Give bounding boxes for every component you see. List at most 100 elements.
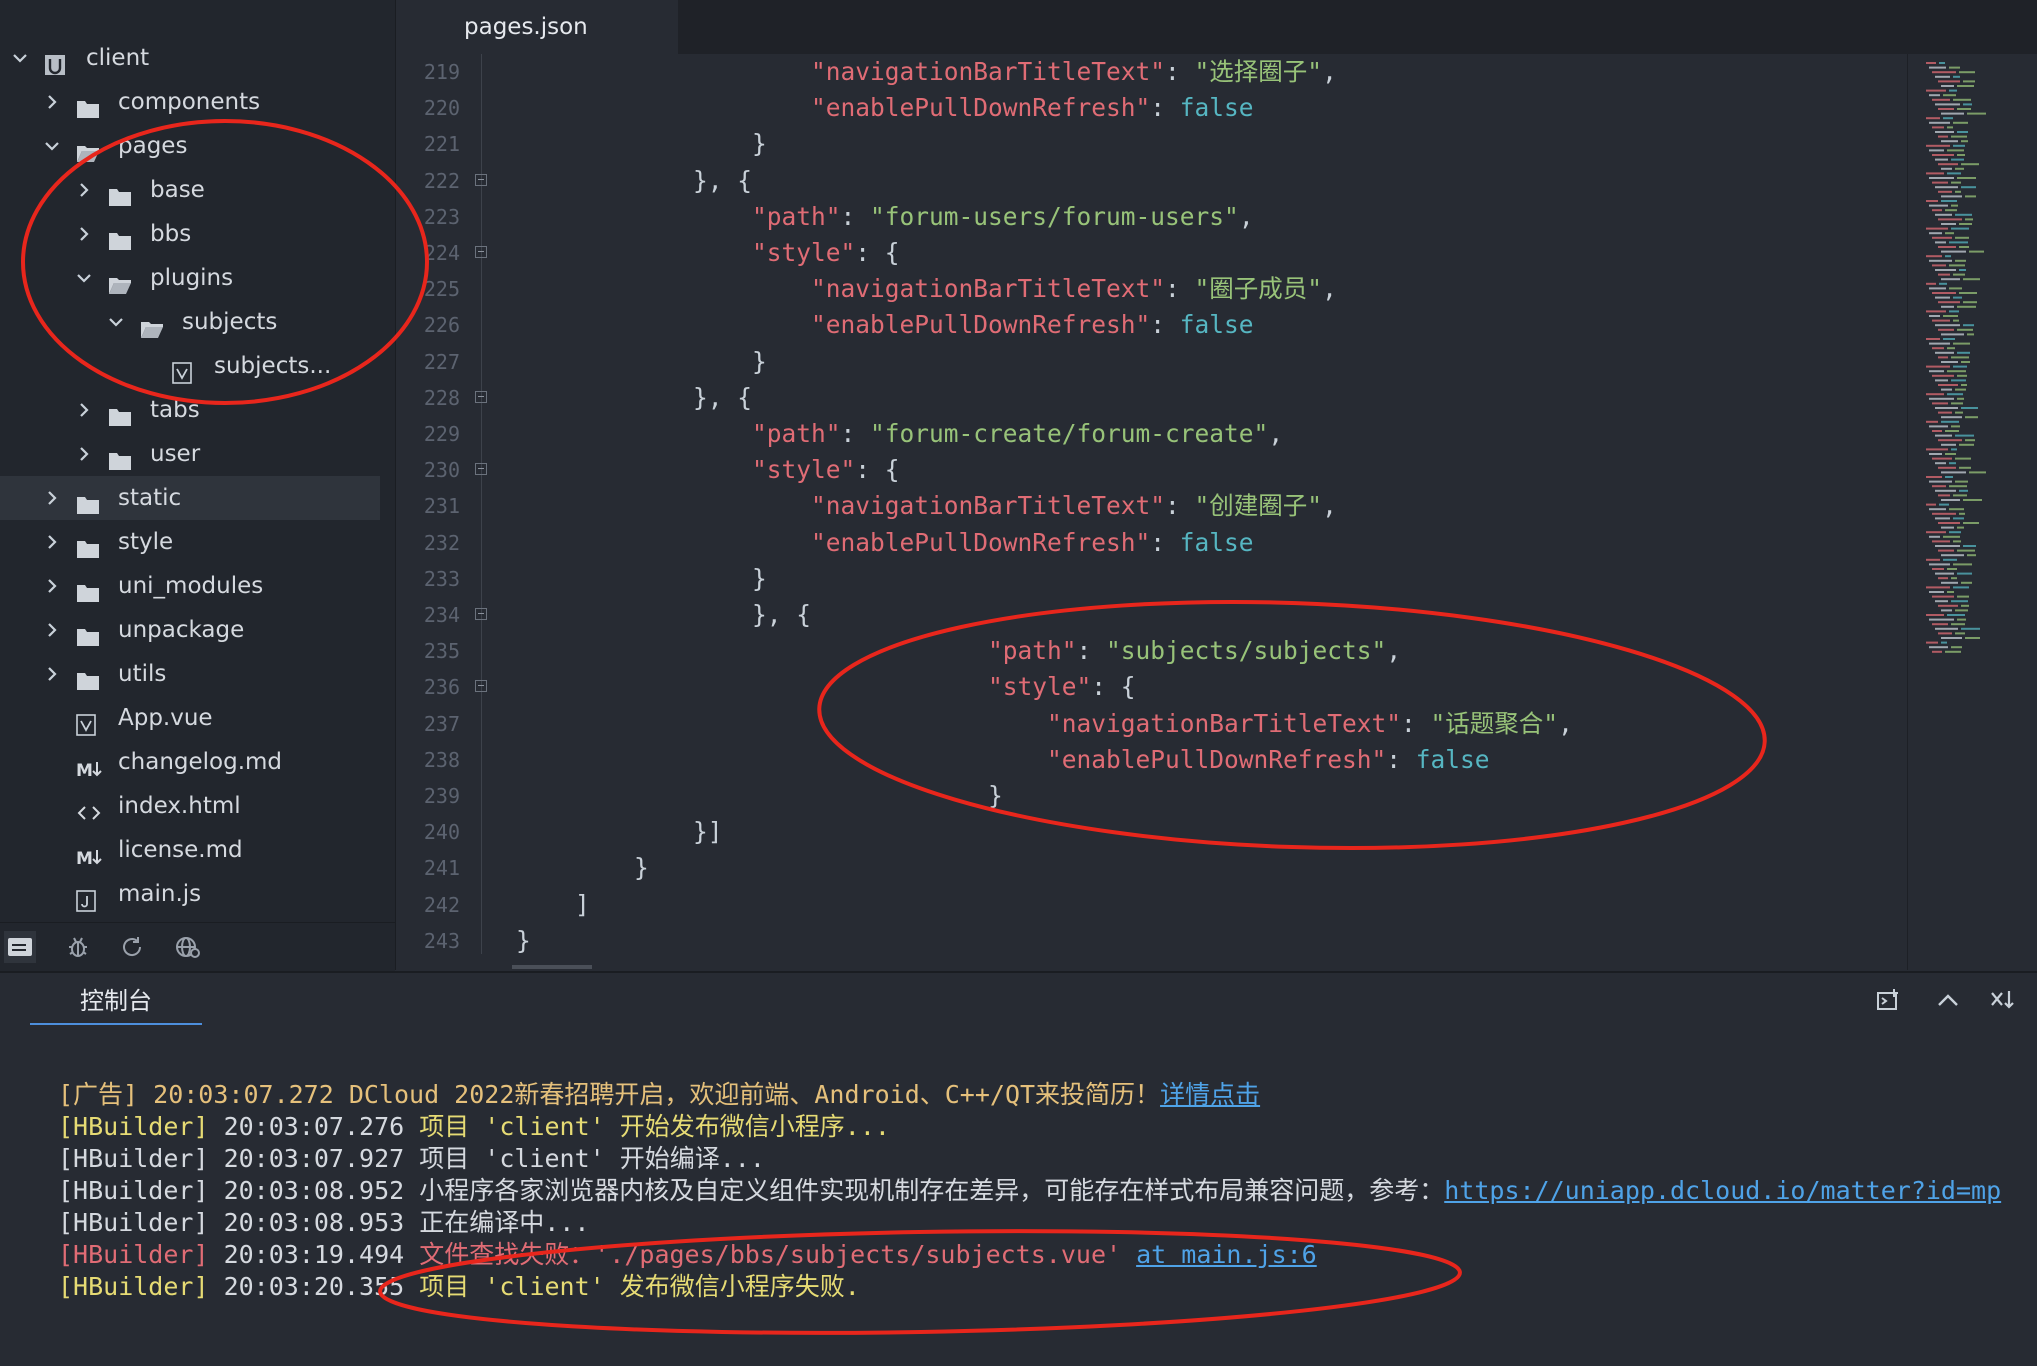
fold-toggle-icon[interactable]	[475, 608, 487, 620]
tree-item-bbs[interactable]: bbs	[0, 212, 395, 256]
chevron-right-icon[interactable]	[74, 388, 94, 432]
chevron-down-icon[interactable]	[42, 124, 62, 168]
code-line: 225 "navigationBarTitleText": "圈子成员",	[396, 271, 1907, 307]
console-text: 文件查找失败：'./pages/bbs/subjects/subjects.vu…	[419, 1240, 1137, 1269]
tab-console[interactable]: 控制台	[30, 973, 202, 1025]
code-text: }	[516, 923, 531, 959]
fold-toggle-icon[interactable]	[475, 463, 487, 476]
fold-toggle-icon[interactable]	[475, 173, 487, 186]
code-text: "enablePullDownRefresh": false	[516, 307, 1254, 343]
chevron-right-icon[interactable]	[42, 608, 62, 652]
chevron-right-icon[interactable]	[42, 80, 62, 124]
line-number: 242	[423, 892, 460, 917]
code-token: ,	[1268, 419, 1284, 448]
console-text: [HBuilder] 20:03:07.927 项目 'client' 开始编译…	[58, 1144, 765, 1173]
console-text: [HBuilder] 20:03:08.953 正在编译中...	[58, 1208, 590, 1237]
chevron-right-icon[interactable]	[42, 476, 62, 520]
browser-icon[interactable]	[172, 931, 204, 963]
folder-icon	[76, 575, 100, 602]
folder-icon	[108, 399, 132, 426]
chevron-right-icon[interactable]	[42, 564, 62, 608]
tree-item-style[interactable]: style	[0, 520, 395, 564]
tree-item-subjects[interactable]: subjects...	[0, 344, 395, 388]
chevron-right-icon[interactable]	[42, 652, 62, 696]
console-link[interactable]: https://uniapp.dcloud.io/matter?id=mp	[1444, 1176, 2001, 1205]
chevron-down-icon[interactable]	[74, 256, 94, 300]
tree-item-label: unpackage	[118, 617, 245, 643]
tree-item-client[interactable]: client	[0, 36, 395, 80]
line-number: 223	[423, 204, 460, 229]
minimap[interactable]	[1907, 54, 2037, 970]
refresh-icon[interactable]	[116, 931, 148, 963]
code-text: "path": "forum-users/forum-users",	[516, 199, 1254, 235]
console-link[interactable]: at main.js:6	[1136, 1240, 1317, 1269]
markdown-file-icon: M	[76, 751, 102, 781]
code-token: false	[1179, 93, 1254, 123]
chevron-right-icon[interactable]	[74, 212, 94, 256]
code-text: }	[516, 344, 767, 380]
chevron-up-icon[interactable]	[1931, 983, 1965, 1017]
code-editor[interactable]: 219 "navigationBarTitleText": "选择圈子", 220…	[396, 54, 1907, 970]
chevron-right-icon[interactable]	[74, 432, 94, 476]
html-file-icon	[76, 795, 101, 820]
debug-icon[interactable]	[62, 931, 94, 963]
code-token: "path"	[752, 419, 841, 448]
clear-icon[interactable]	[1986, 983, 2020, 1017]
code-line: 241 }	[396, 850, 1907, 886]
tree-item-base[interactable]: base	[0, 168, 395, 212]
code-token: "enablePullDownRefresh"	[811, 527, 1151, 557]
tree-item-license-md[interactable]: Mlicense.md	[0, 828, 395, 872]
code-text: }, {	[516, 163, 752, 199]
tree-item-app-vue[interactable]: App.vue	[0, 696, 395, 740]
tree-item-plugins[interactable]: plugins	[0, 256, 395, 300]
tree-item-uni-modules[interactable]: uni_modules	[0, 564, 395, 608]
code-line: 224 "style": {	[396, 235, 1907, 271]
folder-icon	[108, 179, 132, 206]
tree-item-label: components	[118, 89, 261, 115]
open-external-icon[interactable]	[1872, 983, 1906, 1017]
chevron-down-icon[interactable]	[106, 300, 126, 344]
tree-item-unpackage[interactable]: unpackage	[0, 608, 395, 652]
console-tab-label: 控制台	[80, 986, 152, 1015]
fold-toggle-icon[interactable]	[475, 680, 487, 693]
fold-toggle-icon[interactable]	[475, 390, 487, 403]
tree-item-changelog-md[interactable]: Mchangelog.md	[0, 740, 395, 784]
tree-item-user[interactable]: user	[0, 432, 395, 476]
chevron-right-icon[interactable]	[42, 520, 62, 564]
horizontal-scrollbar[interactable]	[512, 965, 592, 969]
folder-icon	[76, 531, 100, 558]
tree-item-static[interactable]: static	[0, 476, 380, 520]
line-number: 221	[423, 132, 460, 157]
chevron-right-icon[interactable]	[74, 168, 94, 212]
tree-item-components[interactable]: components	[0, 80, 395, 124]
code-token: "path"	[988, 636, 1077, 666]
line-number: 228	[423, 385, 460, 410]
tree-item-tabs[interactable]: tabs	[0, 388, 395, 432]
console-text: 20:03:20.355	[223, 1272, 420, 1301]
code-token: :	[1401, 708, 1431, 738]
code-token: "navigationBarTitleText"	[811, 274, 1166, 304]
code-token: }, {	[516, 600, 812, 629]
code-token: "style"	[988, 672, 1092, 702]
fold-toggle-icon[interactable]	[475, 246, 487, 258]
tab-pages-json[interactable]: pages.json	[396, 0, 678, 54]
code-text: "enablePullDownRefresh": false	[516, 90, 1254, 126]
tree-item-index-html[interactable]: index.html	[0, 784, 395, 828]
tree-item-pages[interactable]: pages	[0, 124, 395, 168]
tree-item-subjects[interactable]: subjects	[0, 300, 395, 344]
code-text: "style": {	[516, 452, 900, 488]
code-text: "navigationBarTitleText": "圈子成员",	[516, 271, 1337, 307]
chevron-down-icon[interactable]	[10, 36, 30, 80]
console-text: [HBuilder] 20:03:08.952 小程序各家浏览器内核及自定义组件…	[58, 1176, 1445, 1205]
files-icon[interactable]	[4, 931, 36, 963]
tree-item-utils[interactable]: utils	[0, 652, 395, 696]
line-number: 240	[423, 820, 460, 845]
console-link[interactable]: 详情点击	[1160, 1080, 1260, 1109]
tree-item-main-js[interactable]: main.js	[0, 872, 395, 916]
